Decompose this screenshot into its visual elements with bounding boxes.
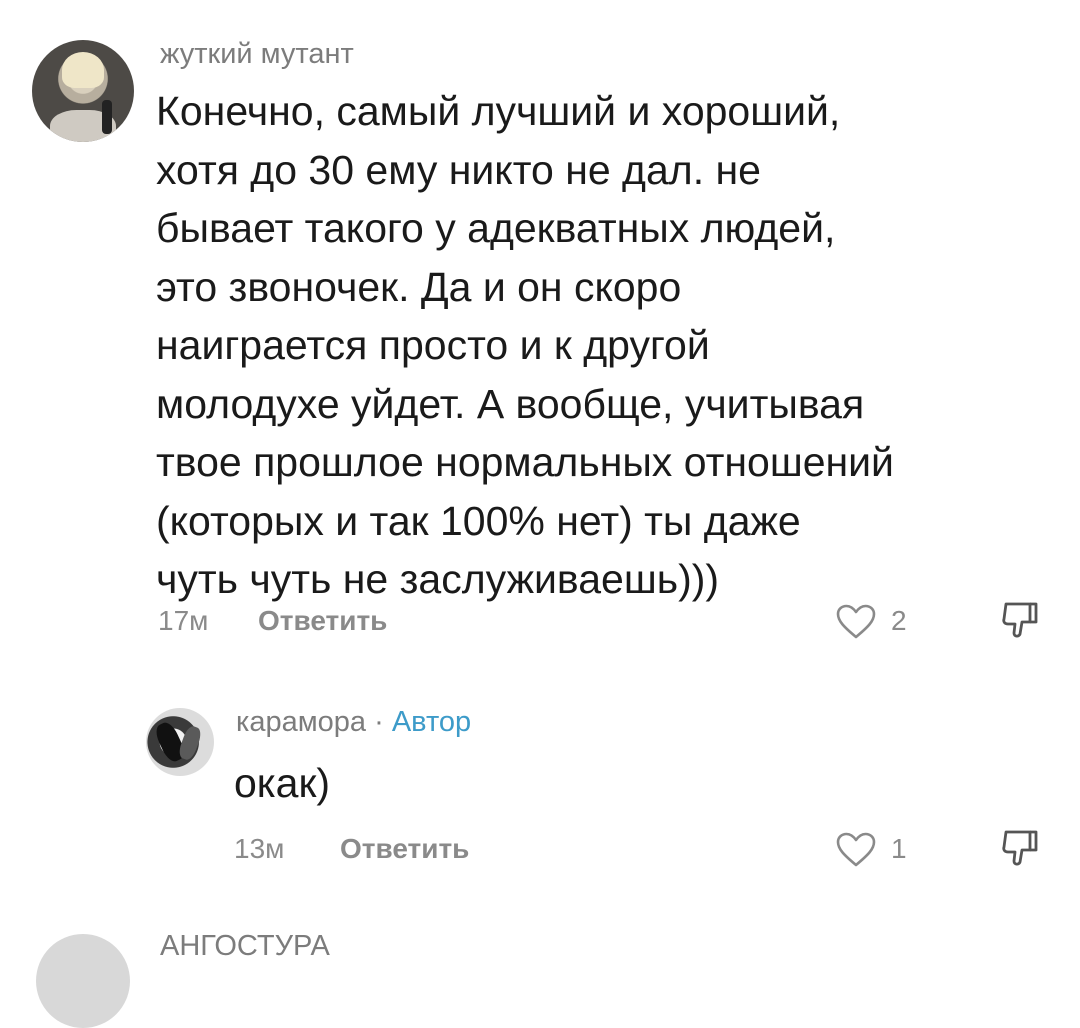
comment-text: Конечно, самый лучший и хороший, хотя до… <box>156 82 894 609</box>
thumbs-down-outline-icon[interactable] <box>1000 600 1040 640</box>
avatar[interactable] <box>32 40 134 142</box>
avatar[interactable] <box>36 934 130 1028</box>
avatar-figure <box>176 724 204 762</box>
comment-author[interactable]: жуткий мутант <box>160 38 354 71</box>
heart-outline-icon[interactable] <box>836 832 876 868</box>
comment-text: окак) <box>234 754 330 813</box>
comment-author[interactable]: карамора · Автор <box>236 706 471 739</box>
comment-item: жуткий мутант Конечно, самый лучший и хо… <box>0 0 1080 700</box>
like-count: 1 <box>891 833 907 864</box>
reply-button[interactable]: Ответить <box>340 833 469 865</box>
avatar-hair <box>62 52 104 88</box>
thumbs-down-outline-icon[interactable] <box>1000 828 1040 868</box>
comment-author[interactable]: АНГОСТУРА <box>160 930 330 963</box>
like-count: 2 <box>891 605 907 636</box>
author-name[interactable]: карамора <box>236 706 366 738</box>
comment-time: 17м <box>158 605 209 636</box>
comment-item: АНГОСТУРА <box>0 910 1080 1028</box>
comment-text-line: это звоночек. Да и он скоро <box>156 263 682 310</box>
comment-time: 13м <box>234 833 285 864</box>
avatar-mic <box>102 100 112 134</box>
reply-button[interactable]: Ответить <box>258 605 387 637</box>
comment-text-line: твое прошлое нормальных отношений <box>156 439 894 485</box>
comment-text-line: чуть чуть не заслуживаешь))) <box>156 556 720 602</box>
author-badge: Автор <box>391 706 472 738</box>
comment-text-line: окак) <box>234 760 331 806</box>
comment-text-line: Конечно, самый лучший и хороший, <box>156 88 841 134</box>
comment-text-line: молодухе уйдет. А вообще, учитывая <box>156 380 865 427</box>
author-separator: · <box>374 706 384 738</box>
comment-reply-item: карамора · Автор окак) 13м Ответить 1 <box>0 700 1080 910</box>
comment-text-line: бывает такого у адекватных людей, <box>156 205 836 251</box>
comment-text-line: (которых и так 100% нет) ты даже <box>156 497 801 544</box>
heart-outline-icon[interactable] <box>836 604 876 640</box>
avatar[interactable] <box>146 708 214 776</box>
comment-text-line: хотя до 30 ему никто не дал. не <box>156 146 761 193</box>
comment-text-line: наиграется просто и к другой <box>156 322 710 368</box>
